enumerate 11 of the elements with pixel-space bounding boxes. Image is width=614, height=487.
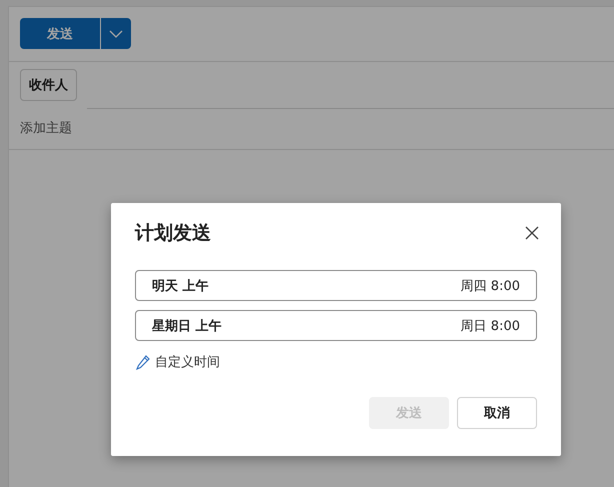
send-options-button[interactable] [100,18,131,49]
cancel-button[interactable]: 取消 [457,397,537,429]
schedule-option[interactable]: 星期日 上午 周日 8:00 [135,310,537,341]
recipients-button[interactable]: 收件人 [20,69,77,101]
send-button[interactable]: 发送 [20,18,100,49]
custom-time-link[interactable]: 自定义时间 [135,353,220,371]
schedule-option[interactable]: 明天 上午 周四 8:00 [135,270,537,301]
pencil-icon [135,354,151,370]
dialog-title: 计划发送 [135,221,211,246]
close-icon [525,226,539,240]
chevron-down-icon [109,30,123,38]
